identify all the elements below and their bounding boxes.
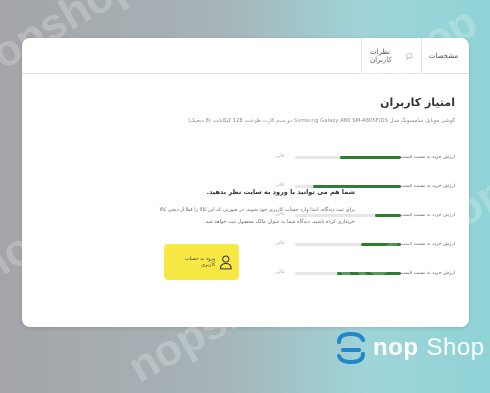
tab-bar: مشخصات نظرات کاربران <box>22 38 469 74</box>
rating-row: ارزش خرید به نسبت قیمت عالی <box>237 267 455 296</box>
tab-specs-label: مشخصات <box>428 52 459 60</box>
rating-fill <box>374 214 401 217</box>
rating-fill <box>339 156 401 159</box>
tab-reviews-label: نظرات کاربران <box>370 48 392 64</box>
login-prompt-title: شما هم می توانید با ورود به سایت نظر بده… <box>206 188 355 196</box>
rating-row: ارزش خرید به نسبت قیمت عالی <box>237 238 455 267</box>
rating-value: عالی <box>275 241 285 246</box>
user-icon <box>220 255 233 270</box>
rating-label: ارزش خرید به نسبت قیمت <box>400 184 455 189</box>
comment-icon <box>406 53 413 60</box>
rating-value: عالی <box>275 154 285 159</box>
login-button-label: ورود به حساب کاربری <box>184 256 216 268</box>
rating-label: ارزش خرید به نسبت قیمت <box>400 242 455 247</box>
rating-label: ارزش خرید به نسبت قیمت <box>400 271 455 276</box>
login-prompt: شما هم می توانید با ورود به سایت نظر بده… <box>158 188 355 228</box>
login-button[interactable]: ورود به حساب کاربری <box>164 244 239 280</box>
rating-label: ارزش خرید به نسبت قیمت <box>400 213 455 218</box>
logo-text-nop: nop <box>373 334 419 361</box>
page-title: امتیاز کاربران <box>380 96 455 109</box>
rating-value: عالی <box>275 270 285 275</box>
rating-fill <box>360 243 401 246</box>
rating-label: ارزش خرید به نسبت قیمت <box>400 155 455 160</box>
rating-bar <box>295 243 401 246</box>
logo-text: nop Shop <box>373 334 485 362</box>
login-prompt-text: برای ثبت دیدگاه، ابتدا وارد حساب کاربری … <box>159 207 355 225</box>
logo-text-shop: Shop <box>426 334 485 361</box>
product-subtitle: گوشی موبایل سامسونگ مدل Samsung Galaxy A… <box>188 118 455 124</box>
rating-fill <box>337 272 401 275</box>
rating-row: ارزش خرید به نسبت قیمت عالی <box>237 151 455 180</box>
tab-specs[interactable]: مشخصات <box>421 38 469 74</box>
rating-bar <box>295 272 401 275</box>
nopshop-logo: nop Shop <box>335 330 485 366</box>
tab-reviews[interactable]: نظرات کاربران <box>361 38 421 74</box>
reviews-card: مشخصات نظرات کاربران امتیاز کاربران گوشی… <box>22 38 469 327</box>
nop-logo-icon <box>337 331 365 365</box>
rating-bar <box>295 156 401 159</box>
